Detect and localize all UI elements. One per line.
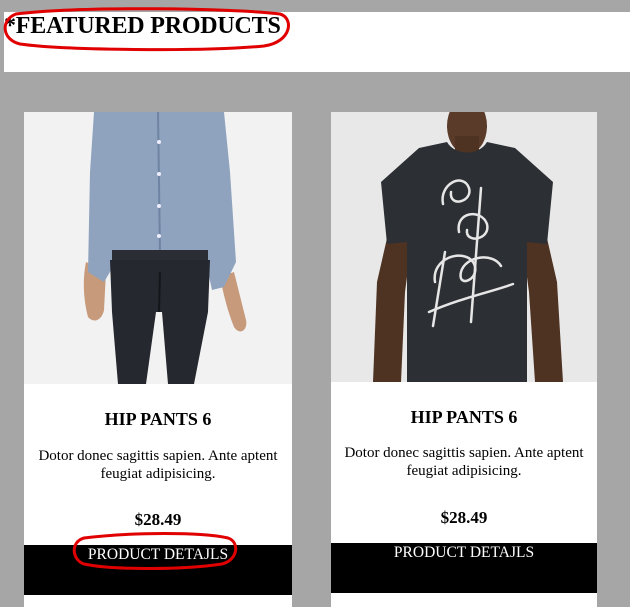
page-title: *FEATURED PRODUCTS (4, 13, 281, 39)
product-card[interactable]: HIP PANTS 6 Dotor donec sagittis sapien.… (24, 112, 292, 607)
product-details-label: PRODUCT DETAJLS (87, 546, 229, 563)
product-description: Dotor donec sagittis sapien. Ante aptent… (38, 448, 278, 482)
product-details-label: PRODUCT DETAJLS (393, 544, 535, 561)
product-description: Dotor donec sagittis sapien. Ante aptent… (344, 445, 584, 479)
featured-header: *FEATURED PRODUCTS (4, 12, 630, 72)
product-card[interactable]: HIP PANTS 6 Dotor donec sagittis sapien.… (331, 112, 597, 607)
product-name[interactable]: HIP PANTS 6 (24, 408, 292, 430)
product-info: HIP PANTS 6 Dotor donec sagittis sapien.… (331, 382, 597, 528)
product-name[interactable]: HIP PANTS 6 (331, 406, 597, 428)
product-info: HIP PANTS 6 Dotor donec sagittis sapien.… (24, 384, 292, 530)
product-details-button[interactable]: PRODUCT DETAJLS (331, 543, 597, 593)
product-price: $28.49 (440, 508, 488, 527)
product-image[interactable] (24, 112, 292, 384)
product-image[interactable] (331, 112, 597, 382)
product-price: $28.49 (134, 510, 182, 529)
product-details-button[interactable]: PRODUCT DETAJLS (24, 545, 292, 595)
